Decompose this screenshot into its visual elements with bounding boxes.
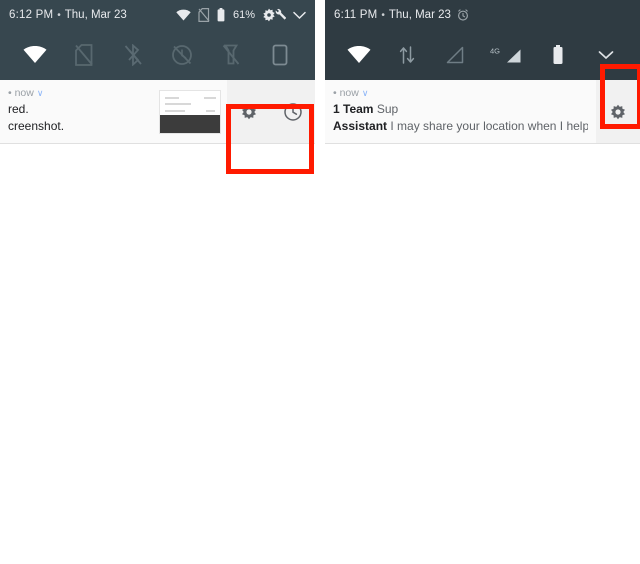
notification-expand-chevron-icon[interactable]: ∨	[37, 88, 44, 99]
notification-time: • now	[8, 87, 34, 99]
screenshot-thumbnail-image	[159, 89, 221, 134]
status-date: Thu, Mar 23	[388, 9, 451, 21]
notification-expand-chevron-icon[interactable]: ∨	[362, 88, 369, 99]
notification-action-strip	[596, 80, 640, 143]
right-phone-screen: 6:11 PM • Thu, Mar 23 4G • now ∨ 1 Team …	[325, 0, 640, 564]
notification-line-2: Assistant I may share your location when…	[333, 119, 588, 134]
notification-app-name: Assistant	[333, 119, 388, 133]
notification-line-2: creenshot.	[8, 119, 65, 133]
left-status-bar: 6:12 PM • Thu, Mar 23 61%	[0, 0, 315, 30]
cellular-off-tile-icon[interactable]	[71, 42, 97, 68]
notification-title-rest: Sup	[376, 102, 399, 116]
wifi-icon[interactable]	[346, 42, 372, 68]
notification-content: • now ∨ 1 Team Sup Assistant I may share…	[325, 80, 596, 143]
notification-line-1: red.	[8, 102, 29, 116]
gear-icon[interactable]	[605, 99, 631, 125]
status-date: Thu, Mar 23	[64, 9, 127, 21]
left-notification-card[interactable]: • now ∨ red. creenshot.	[0, 80, 315, 144]
notification-content: • now ∨ red. creenshot.	[0, 80, 159, 143]
settings-tuner-icon[interactable]	[262, 8, 286, 22]
wifi-icon	[176, 9, 191, 21]
battery-icon	[217, 8, 225, 22]
status-separator: •	[381, 9, 385, 21]
status-icon-group: 61%	[176, 8, 306, 22]
data-transfer-icon[interactable]	[394, 42, 420, 68]
data-saver-off-tile-icon[interactable]	[169, 42, 195, 68]
panel-divider	[315, 0, 325, 564]
right-notification-card[interactable]: • now ∨ 1 Team Sup Assistant I may share…	[325, 80, 640, 144]
chevron-down-icon[interactable]	[293, 11, 306, 20]
comparison-screenshot: 6:12 PM • Thu, Mar 23 61% • now ∨ red. c…	[0, 0, 640, 564]
alarm-clock-icon	[457, 9, 469, 21]
notification-header: • now ∨	[8, 87, 151, 99]
no-sim-icon	[198, 8, 210, 22]
right-status-bar: 6:11 PM • Thu, Mar 23	[325, 0, 640, 30]
gear-icon[interactable]	[236, 99, 262, 125]
notification-line-1: 1 Team Sup	[333, 102, 588, 117]
battery-icon[interactable]	[545, 42, 571, 68]
svg-text:4G: 4G	[490, 47, 500, 56]
notification-header: • now ∨	[333, 87, 588, 99]
battery-percent-label: 61%	[232, 9, 255, 21]
chevron-down-icon[interactable]	[593, 42, 619, 68]
signal-empty-icon[interactable]	[442, 42, 468, 68]
right-quick-settings-row: 4G	[325, 30, 640, 80]
status-time: 6:12 PM	[9, 9, 54, 21]
flashlight-off-tile-icon[interactable]	[218, 42, 244, 68]
left-phone-screen: 6:12 PM • Thu, Mar 23 61% • now ∨ red. c…	[0, 0, 315, 564]
notification-body-text: I may share your location when I help yo…	[390, 119, 588, 133]
left-quick-settings-row	[0, 30, 315, 80]
notification-time: • now	[333, 87, 359, 99]
notification-title: 1 Team	[333, 102, 374, 116]
notification-action-strip	[227, 80, 315, 143]
signal-4g-icon[interactable]: 4G	[489, 42, 523, 68]
bluetooth-off-tile-icon[interactable]	[120, 42, 146, 68]
clock-icon[interactable]	[280, 99, 306, 125]
wifi-tile-icon[interactable]	[22, 42, 48, 68]
notification-thumbnail	[159, 80, 227, 143]
auto-rotate-tile-icon[interactable]	[267, 42, 293, 68]
status-time: 6:11 PM	[334, 9, 378, 21]
status-separator: •	[57, 9, 61, 21]
